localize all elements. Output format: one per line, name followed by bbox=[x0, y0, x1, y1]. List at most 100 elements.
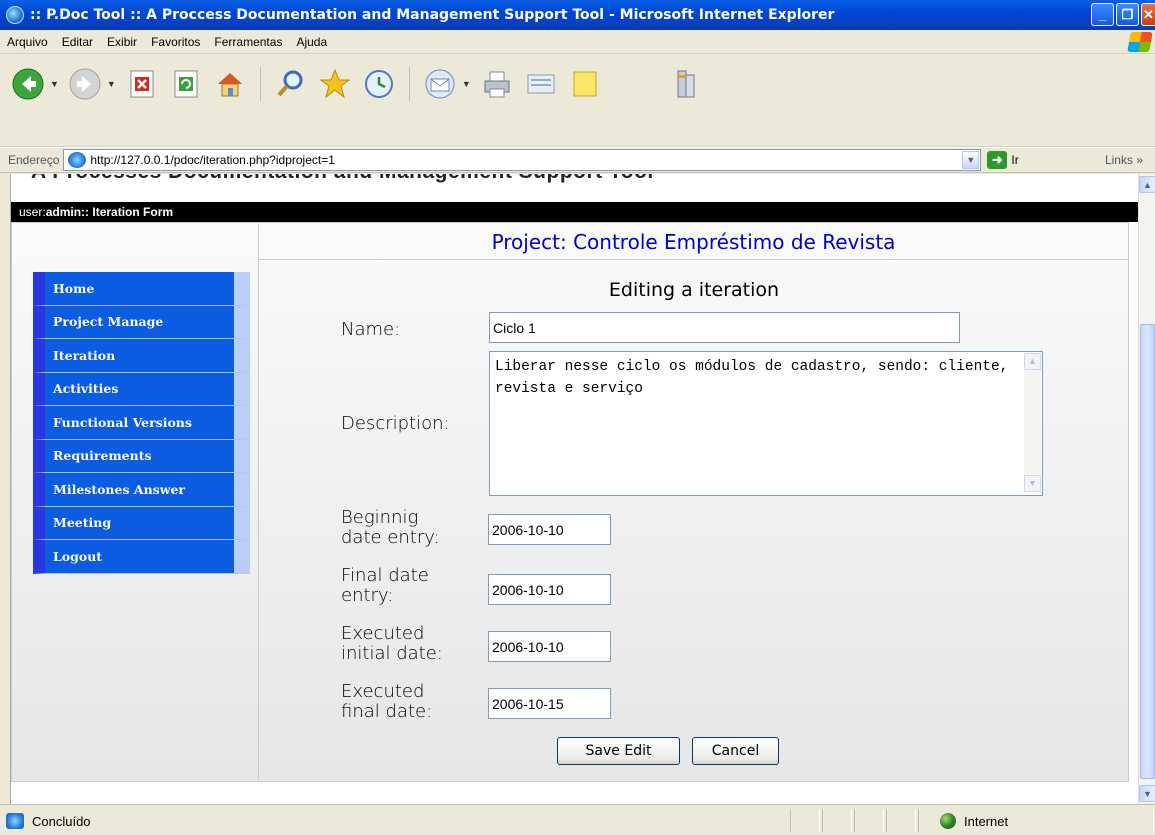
window-title-bar[interactable]: :: P.Doc Tool :: A Proccess Documentatio… bbox=[0, 0, 1155, 30]
address-bar: Endereço http://127.0.0.1/pdoc/iteration… bbox=[0, 147, 1155, 173]
name-input[interactable]: Ciclo 1 bbox=[489, 312, 960, 343]
zone-label: Internet bbox=[964, 813, 1009, 829]
status-cell bbox=[790, 809, 820, 832]
forward-dropdown-icon[interactable]: ▼ bbox=[107, 79, 116, 89]
forward-icon[interactable] bbox=[67, 66, 103, 102]
status-bar: Concluído Internet bbox=[0, 804, 1155, 835]
form-context: :: Iteration Form bbox=[81, 205, 174, 219]
sidebar-item-project-manage[interactable]: Project Manage bbox=[33, 305, 250, 339]
scroll-up-icon[interactable]: ▲ bbox=[1024, 353, 1041, 370]
scroll-up-icon[interactable]: ▲ bbox=[1139, 176, 1155, 193]
exec-initial-label-line1: Executed bbox=[341, 623, 425, 644]
menu-arquivo[interactable]: Arquivo bbox=[0, 35, 55, 49]
sidebar-item-logout[interactable]: Logout bbox=[33, 540, 250, 574]
maximize-button[interactable]: ❐ bbox=[1116, 3, 1139, 26]
project-title: Project: Controle Empréstimo de Revista bbox=[258, 224, 1128, 260]
security-zone: Internet bbox=[940, 813, 1008, 829]
search-icon[interactable] bbox=[273, 66, 309, 102]
final-date-label-line1: Final date bbox=[341, 565, 429, 586]
menu-favoritos[interactable]: Favoritos bbox=[144, 35, 207, 49]
close-button[interactable]: ✕ bbox=[1141, 3, 1155, 26]
user-name: admin bbox=[45, 205, 82, 219]
window-controls: _ ❐ ✕ bbox=[1091, 3, 1155, 26]
status-cell bbox=[822, 809, 852, 832]
page-scrollbar[interactable]: ▲ ▼ bbox=[1138, 174, 1155, 804]
internet-globe-icon bbox=[940, 813, 956, 829]
user-bar: user: admin :: Iteration Form bbox=[11, 202, 1138, 222]
page-icon bbox=[68, 152, 87, 168]
textarea-scrollbar[interactable]: ▲ ▼ bbox=[1024, 353, 1041, 492]
exec-final-label-line2: final date: bbox=[341, 701, 433, 722]
description-textarea[interactable]: Liberar nesse ciclo os módulos de cadast… bbox=[489, 351, 1043, 496]
window-title: :: P.Doc Tool :: A Proccess Documentatio… bbox=[30, 7, 835, 23]
final-date-input[interactable]: 2006-10-10 bbox=[488, 574, 611, 605]
final-date-label: Final date entry: bbox=[341, 566, 429, 606]
print-icon[interactable] bbox=[479, 66, 515, 102]
home-icon[interactable] bbox=[212, 66, 248, 102]
address-dropdown-icon[interactable]: ▼ bbox=[962, 151, 980, 169]
exec-final-label-line1: Executed bbox=[341, 681, 425, 702]
favorites-icon[interactable] bbox=[317, 66, 353, 102]
sidebar-item-iteration[interactable]: Iteration bbox=[33, 339, 250, 373]
sidebar-item-home[interactable]: Home bbox=[33, 272, 250, 306]
back-dropdown-icon[interactable]: ▼ bbox=[50, 79, 59, 89]
sidebar-item-label: Activities bbox=[53, 381, 119, 397]
refresh-icon[interactable] bbox=[168, 66, 204, 102]
sidebar-item-meeting[interactable]: Meeting bbox=[33, 506, 250, 540]
exec-final-date-input[interactable]: 2006-10-15 bbox=[488, 688, 611, 719]
sidebar-item-activities[interactable]: Activities bbox=[33, 372, 250, 406]
name-label: Name: bbox=[341, 319, 401, 340]
menu-ferramentas[interactable]: Ferramentas bbox=[207, 35, 289, 49]
status-cell bbox=[886, 809, 916, 832]
address-input[interactable]: http://127.0.0.1/pdoc/iteration.php?idpr… bbox=[63, 149, 982, 171]
begin-date-label-line2: date entry: bbox=[341, 527, 440, 548]
sidebar-nav: Home Project Manage Iteration Activities… bbox=[33, 272, 250, 574]
sidebar-item-functional-versions[interactable]: Functional Versions bbox=[33, 406, 250, 440]
form-title: Editing a iteration bbox=[608, 279, 780, 301]
toolbar: ▼ ▼ ▼ bbox=[0, 55, 1155, 147]
notes-icon[interactable] bbox=[567, 66, 603, 102]
links-button[interactable]: Links » bbox=[1105, 153, 1143, 167]
mail-dropdown-icon[interactable]: ▼ bbox=[462, 79, 471, 89]
status-text: Concluído bbox=[32, 813, 91, 829]
mail-icon[interactable] bbox=[422, 66, 458, 102]
exec-final-date-label: Executed final date: bbox=[341, 682, 432, 722]
sidebar-item-milestones-answer[interactable]: Milestones Answer bbox=[33, 473, 250, 507]
go-arrow-icon: ➜ bbox=[987, 151, 1008, 169]
menu-editar[interactable]: Editar bbox=[55, 35, 100, 49]
exec-initial-label-line2: initial date: bbox=[341, 643, 443, 664]
edit-icon[interactable] bbox=[523, 66, 559, 102]
status-left: Concluído bbox=[6, 813, 91, 829]
sidebar-item-requirements[interactable]: Requirements bbox=[33, 439, 250, 473]
description-label: Description: bbox=[341, 413, 450, 434]
minimize-button[interactable]: _ bbox=[1091, 3, 1114, 26]
toolbar-separator bbox=[408, 67, 410, 101]
sidebar-item-label: Milestones Answer bbox=[53, 481, 185, 497]
scroll-down-icon[interactable]: ▼ bbox=[1024, 475, 1041, 492]
menu-bar: Arquivo Editar Exibir Favoritos Ferramen… bbox=[0, 30, 1155, 54]
stop-icon[interactable] bbox=[124, 66, 160, 102]
page-viewport: A Processes Documentation and Management… bbox=[10, 174, 1138, 804]
menu-ajuda[interactable]: Ajuda bbox=[289, 35, 334, 49]
address-label: Endereço bbox=[8, 153, 60, 167]
address-url[interactable]: http://127.0.0.1/pdoc/iteration.php?idpr… bbox=[90, 153, 335, 167]
final-date-label-line2: entry: bbox=[341, 585, 394, 606]
cancel-button[interactable]: Cancel bbox=[692, 737, 779, 765]
history-icon[interactable] bbox=[361, 66, 397, 102]
toolbar-separator bbox=[259, 67, 261, 101]
sidebar-item-label: Requirements bbox=[53, 448, 152, 464]
scroll-down-icon[interactable]: ▼ bbox=[1139, 785, 1155, 802]
menu-exibir[interactable]: Exibir bbox=[100, 35, 144, 49]
page-header: A Processes Documentation and Management… bbox=[31, 174, 654, 184]
scrollbar-thumb[interactable] bbox=[1140, 324, 1155, 779]
go-button[interactable]: ➜ Ir bbox=[987, 151, 1019, 169]
messenger-icon[interactable] bbox=[667, 66, 703, 102]
sidebar-item-label: Logout bbox=[53, 548, 103, 564]
sidebar-item-label: Project Manage bbox=[53, 314, 164, 330]
begin-date-label-line1: Beginnig bbox=[341, 507, 419, 528]
exec-initial-date-input[interactable]: 2006-10-10 bbox=[488, 631, 611, 662]
sidebar-item-label: Functional Versions bbox=[53, 414, 192, 430]
save-edit-button[interactable]: Save Edit bbox=[557, 737, 680, 765]
back-icon[interactable] bbox=[10, 66, 46, 102]
begin-date-input[interactable]: 2006-10-10 bbox=[488, 514, 611, 545]
